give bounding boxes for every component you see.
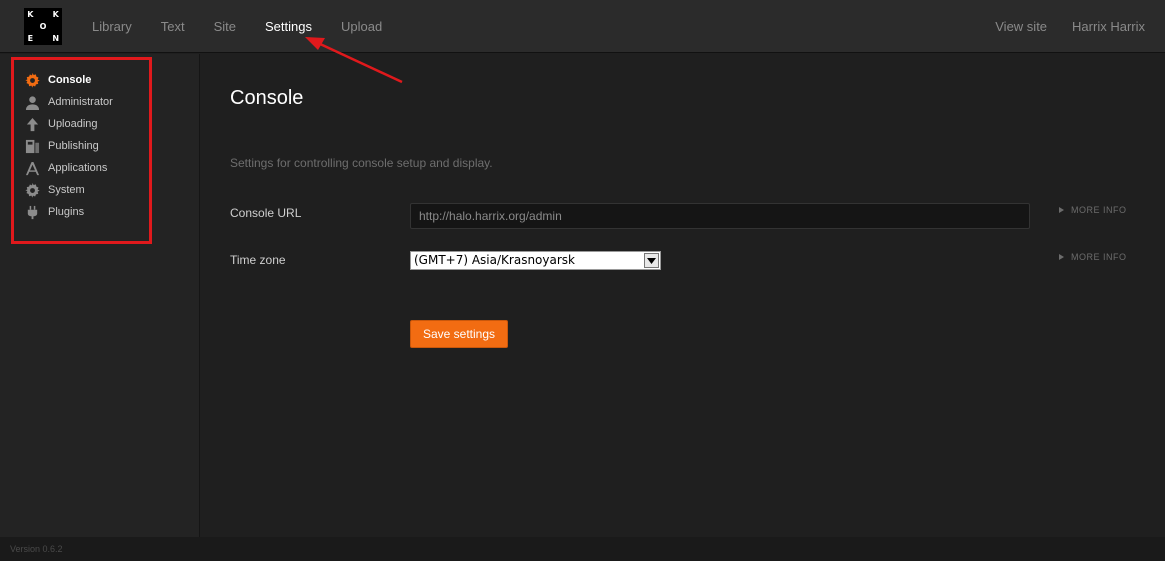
- gear-icon: [24, 182, 40, 198]
- page-description: Settings for controlling console setup a…: [230, 156, 493, 170]
- annotation-highlight-box: Console Administrator Uploading Publishi…: [11, 57, 152, 244]
- settings-sidebar: Console Administrator Uploading Publishi…: [0, 54, 200, 537]
- main-content: Console Settings for controlling console…: [201, 54, 1165, 537]
- nav-library[interactable]: Library: [92, 19, 132, 34]
- sidebar-item-administrator[interactable]: Administrator: [14, 91, 149, 113]
- applications-icon: [24, 160, 40, 176]
- view-site-link[interactable]: View site: [995, 19, 1047, 34]
- save-settings-button[interactable]: Save settings: [410, 320, 508, 348]
- logo-letter: O: [39, 21, 47, 31]
- time-zone-value: (GMT+7) Asia/Krasnoyarsk: [414, 253, 575, 267]
- sidebar-item-label: Applications: [48, 162, 108, 174]
- sidebar-item-label: Publishing: [48, 140, 99, 152]
- upload-arrow-icon: [24, 116, 40, 132]
- logo-letter: K: [52, 9, 59, 19]
- console-url-label: Console URL: [230, 206, 302, 220]
- sidebar-item-label: System: [48, 184, 85, 196]
- version-label: Version 0.6.2: [10, 544, 63, 554]
- gear-icon: [24, 72, 40, 88]
- console-url-more-info[interactable]: MORE INFO: [1059, 205, 1127, 215]
- nav-settings[interactable]: Settings: [265, 19, 312, 34]
- publishing-icon: [24, 138, 40, 154]
- plug-icon: [24, 204, 40, 220]
- top-right-links: View site Harrix Harrix: [970, 0, 1145, 53]
- top-bar: K K O E N Library Text Site Settings Upl…: [0, 0, 1165, 53]
- main-nav: Library Text Site Settings Upload: [92, 0, 411, 53]
- nav-upload[interactable]: Upload: [341, 19, 382, 34]
- sidebar-item-plugins[interactable]: Plugins: [14, 201, 149, 223]
- user-menu[interactable]: Harrix Harrix: [1072, 19, 1145, 34]
- footer: Version 0.6.2: [0, 537, 1165, 561]
- time-zone-select[interactable]: (GMT+7) Asia/Krasnoyarsk: [410, 251, 661, 270]
- nav-site[interactable]: Site: [214, 19, 236, 34]
- logo-letter: E: [27, 34, 34, 44]
- more-info-label: MORE INFO: [1071, 205, 1127, 215]
- time-zone-label: Time zone: [230, 253, 286, 267]
- sidebar-item-label: Uploading: [48, 118, 98, 130]
- triangle-right-icon: [1059, 207, 1064, 213]
- nav-text[interactable]: Text: [161, 19, 185, 34]
- sidebar-item-label: Administrator: [48, 96, 113, 108]
- sidebar-item-uploading[interactable]: Uploading: [14, 113, 149, 135]
- sidebar-item-applications[interactable]: Applications: [14, 157, 149, 179]
- logo-letter: K: [27, 9, 34, 19]
- koken-logo[interactable]: K K O E N: [24, 8, 62, 45]
- more-info-label: MORE INFO: [1071, 252, 1127, 262]
- person-icon: [24, 94, 40, 110]
- time-zone-more-info[interactable]: MORE INFO: [1059, 252, 1127, 262]
- chevron-down-icon[interactable]: [644, 253, 659, 268]
- logo-letter: N: [52, 34, 60, 44]
- page-title: Console: [230, 87, 304, 109]
- sidebar-item-label: Console: [48, 74, 92, 86]
- triangle-right-icon: [1059, 254, 1064, 260]
- sidebar-item-label: Plugins: [48, 206, 85, 218]
- sidebar-item-system[interactable]: System: [14, 179, 149, 201]
- console-url-field[interactable]: http://halo.harrix.org/admin: [410, 203, 1030, 229]
- sidebar-item-console[interactable]: Console: [14, 69, 149, 91]
- sidebar-item-publishing[interactable]: Publishing: [14, 135, 149, 157]
